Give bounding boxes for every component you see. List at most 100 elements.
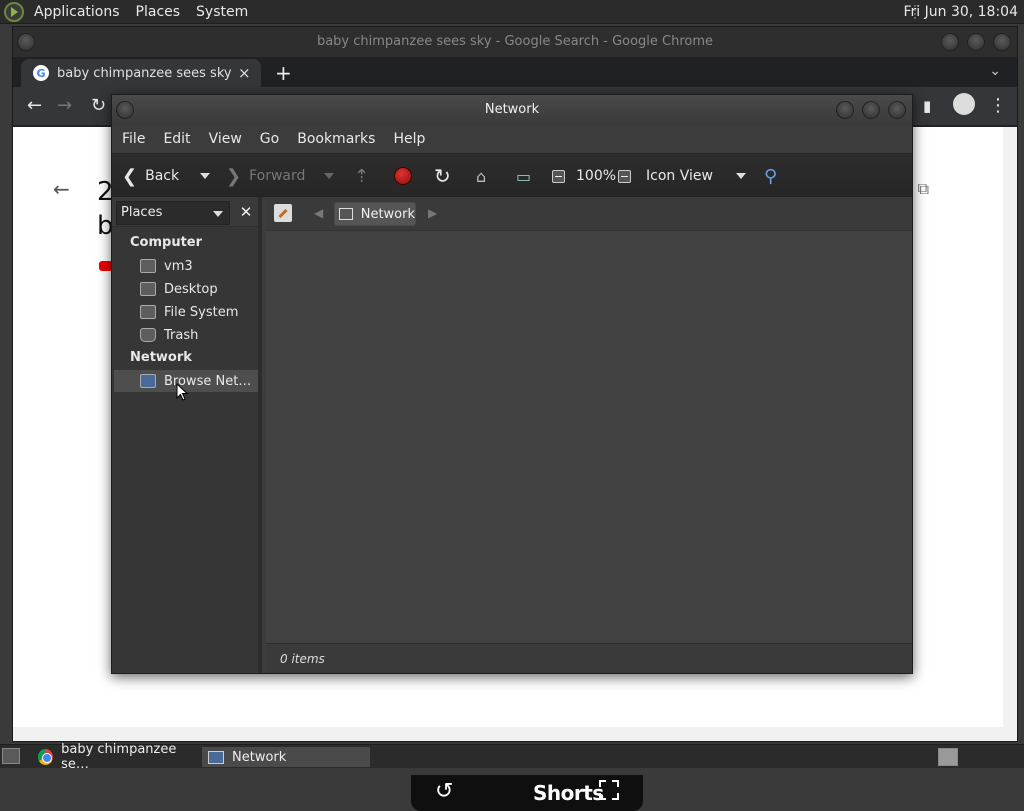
shorts-label[interactable]: Shorts	[533, 781, 604, 805]
network-icon	[339, 208, 353, 220]
sidebar-item-label: Trash	[164, 327, 199, 343]
view-mode-label: Icon View	[646, 168, 713, 184]
side-panel-icon[interactable]: ▮	[923, 97, 931, 115]
back-label: Back	[145, 168, 180, 184]
clock[interactable]: Fri Jun 30, 18:04	[903, 0, 1018, 24]
back-button[interactable]: ❮ Back	[122, 154, 179, 198]
home-folder-icon[interactable]: ⌂	[476, 154, 486, 198]
places-menu[interactable]: Places	[128, 0, 189, 24]
file-menu[interactable]: File	[116, 131, 151, 147]
mouse-cursor-icon	[176, 383, 188, 401]
view-mode-dropdown[interactable]	[736, 154, 746, 198]
google-favicon-icon: G	[33, 65, 49, 81]
sidebar-item-file-system[interactable]: File System	[140, 301, 238, 323]
search-icon[interactable]: ⚲	[764, 154, 777, 198]
window-menu-icon[interactable]	[116, 101, 134, 119]
computer-icon[interactable]: ▭	[516, 154, 531, 198]
workspace-switcher[interactable]	[938, 748, 958, 766]
edit-menu[interactable]: Edit	[157, 131, 196, 147]
mate-logo-icon[interactable]	[4, 1, 24, 22]
section-computer: Computer	[130, 235, 203, 250]
home-folder-icon	[140, 259, 156, 273]
reload-icon[interactable]: ↻	[434, 154, 451, 198]
zoom-in-button[interactable]	[618, 154, 639, 198]
places-sidebar: Places ✕ Computer vm3 Desktop File Syste…	[112, 197, 262, 673]
reload-icon[interactable]: ↻	[91, 95, 106, 116]
forward-history-dropdown[interactable]	[324, 154, 334, 198]
zoom-level[interactable]: 100%	[576, 154, 616, 198]
zoom-out-icon	[552, 169, 565, 183]
network-icon	[140, 374, 156, 388]
applications-menu[interactable]: Applications	[26, 0, 128, 24]
sidebar-item-desktop[interactable]: Desktop	[140, 278, 218, 300]
tab-close-icon[interactable]: ×	[238, 64, 251, 82]
minimize-button[interactable]	[941, 33, 959, 51]
zoom-out-button[interactable]	[552, 154, 573, 198]
chrome-tabbar: G baby chimpanzee sees sky - Google Sear…	[13, 57, 1017, 87]
go-menu[interactable]: Go	[254, 131, 285, 147]
chevron-down-icon	[213, 211, 223, 217]
icon-view-area[interactable]	[266, 231, 912, 643]
profile-avatar-icon[interactable]	[953, 93, 975, 115]
vertical-scrollbar[interactable]	[1003, 127, 1017, 727]
close-button[interactable]	[888, 101, 906, 119]
minimize-button[interactable]	[836, 101, 854, 119]
sidebar-close-button[interactable]: ✕	[236, 202, 256, 222]
breadcrumb-network[interactable]: Network	[334, 202, 416, 226]
sidebar-header: Places ✕	[112, 197, 258, 227]
back-history-dropdown[interactable]	[200, 154, 210, 198]
open-external-icon[interactable]: ⧉	[918, 179, 929, 199]
tab-google-search[interactable]: G baby chimpanzee sees sky - Google Sear…	[21, 59, 261, 87]
sidebar-item-label: File System	[164, 304, 239, 320]
bottom-panel: baby chimpanzee se… Network	[0, 742, 1024, 772]
sidebar-item-trash[interactable]: Trash	[140, 324, 198, 346]
help-menu[interactable]: Help	[387, 131, 431, 147]
task-label: Network	[232, 749, 287, 765]
forward-arrow-icon[interactable]: →	[57, 95, 72, 116]
up-icon[interactable]: ⇡	[354, 154, 369, 198]
top-panel-menus: Applications Places System	[26, 0, 256, 24]
stop-button[interactable]	[394, 154, 412, 198]
path-scroll-right-icon[interactable]: ▶	[428, 206, 437, 220]
forward-arrow-icon: ❯	[226, 165, 242, 187]
view-mode-select[interactable]: Icon View	[646, 154, 713, 198]
sidebar-item-vm3[interactable]: vm3	[140, 255, 193, 277]
maximize-button[interactable]	[967, 33, 985, 51]
stop-icon	[394, 167, 412, 185]
sidebar-item-label: vm3	[164, 258, 193, 274]
task-chrome[interactable]: baby chimpanzee se…	[32, 742, 200, 772]
desktop-folder-icon	[140, 282, 156, 296]
network-titlebar[interactable]: Network	[112, 95, 912, 125]
status-bar: 0 items	[266, 643, 912, 673]
shorts-back-arrow-icon[interactable]: ←	[53, 177, 70, 201]
system-menu[interactable]: System	[188, 0, 256, 24]
close-button[interactable]	[993, 33, 1011, 51]
bookmarks-menu[interactable]: Bookmarks	[291, 131, 381, 147]
breadcrumb-label: Network	[360, 206, 415, 222]
sidebar-item-label: Desktop	[164, 281, 218, 297]
tab-search-chevron-icon[interactable]: ⌄	[989, 63, 1001, 79]
network-window-title: Network	[484, 102, 540, 117]
task-network[interactable]: Network	[202, 747, 370, 767]
show-desktop-icon[interactable]	[2, 748, 20, 764]
horizontal-scrollbar[interactable]	[13, 727, 1017, 741]
main-pane: ◀ Network ▶	[266, 197, 912, 643]
maximize-button[interactable]	[862, 101, 880, 119]
chevron-down-icon	[324, 173, 334, 179]
edit-location-icon[interactable]	[274, 204, 292, 222]
path-scroll-left-icon[interactable]: ◀	[314, 206, 323, 220]
fullscreen-icon[interactable]	[599, 780, 619, 800]
forward-button[interactable]: ❯ Forward	[226, 154, 305, 198]
sidebar-selector-label: Places	[121, 205, 163, 220]
view-menu[interactable]: View	[203, 131, 248, 147]
sidebar-selector[interactable]: Places	[116, 201, 230, 225]
chrome-menu-icon[interactable]: ⋮	[989, 95, 1007, 116]
new-tab-button[interactable]: +	[275, 61, 292, 85]
network-window: Network File Edit View Go Bookmarks Help…	[111, 94, 913, 674]
chrome-titlebar[interactable]: baby chimpanzee sees sky - Google Search…	[13, 27, 1017, 57]
chrome-window-title: baby chimpanzee sees sky - Google Search…	[316, 34, 714, 49]
tab-title: baby chimpanzee sees sky - Google Search	[57, 65, 232, 81]
back-arrow-icon: ❮	[122, 165, 138, 187]
replay-icon[interactable]: ↺	[435, 779, 453, 804]
back-arrow-icon[interactable]: ←	[27, 95, 42, 116]
